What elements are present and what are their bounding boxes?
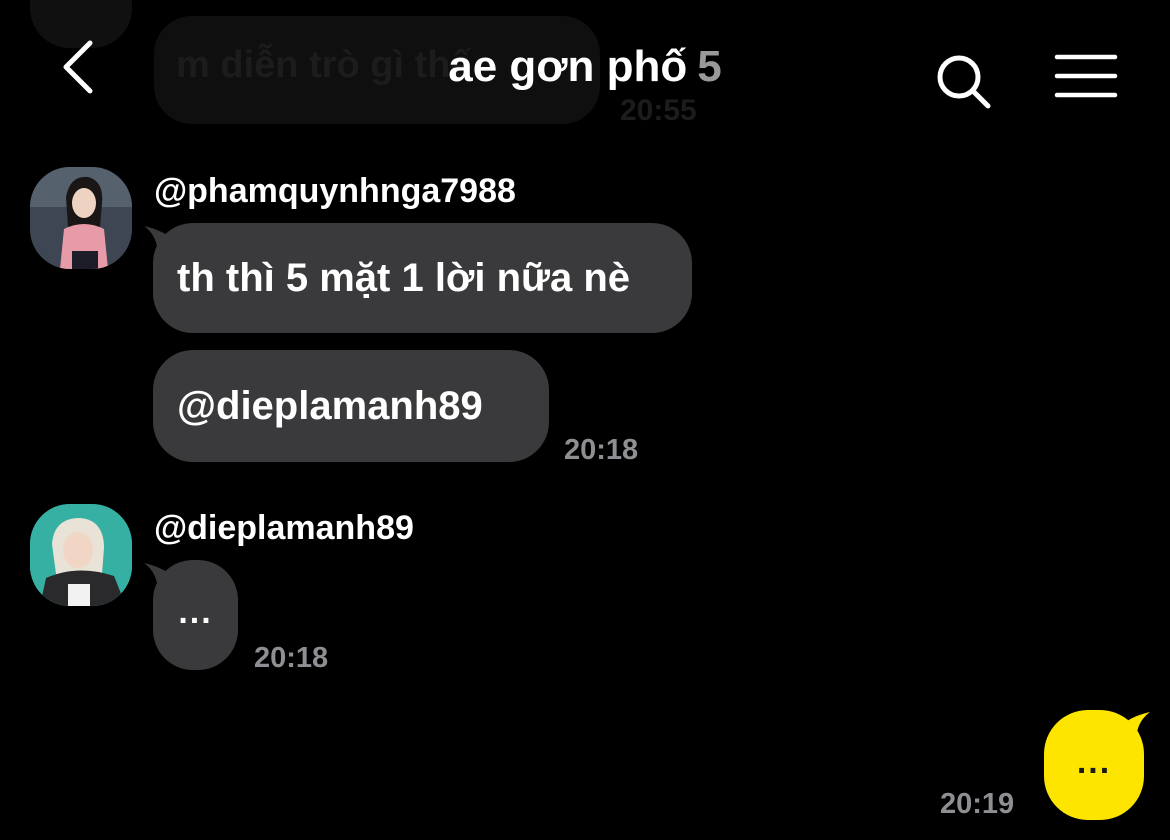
message-time: 20:18 (254, 642, 329, 674)
chat-header: ae gơn phố 5 (0, 0, 1170, 140)
hamburger-menu-icon (1054, 54, 1118, 98)
chat-title-text: ae gơn phố (448, 42, 688, 91)
message-bubble[interactable]: @dieplamanh89 (153, 350, 549, 462)
avatar[interactable] (30, 504, 132, 606)
search-icon (937, 55, 991, 109)
my-message-text: ... (1076, 742, 1112, 781)
sender-name[interactable]: @phamquynhnga7988 (154, 172, 516, 211)
avatar[interactable] (30, 167, 132, 269)
my-message-time: 20:19 (940, 788, 1015, 820)
message-bubble[interactable]: th thì 5 mặt 1 lời nữa nè (153, 223, 692, 333)
typing-bubble[interactable]: ... (153, 560, 238, 670)
member-count: 5 (697, 42, 722, 91)
message-text: ... (178, 592, 213, 631)
message-mention[interactable]: @dieplamanh89 (177, 384, 483, 429)
my-message-bubble[interactable]: ... (1044, 710, 1144, 820)
message-text: th thì 5 mặt 1 lời nữa nè (177, 255, 631, 300)
search-button[interactable] (932, 50, 996, 114)
message-time: 20:18 (564, 434, 639, 466)
profile-photo-icon (30, 167, 132, 269)
chat-screen: m diễn trò gì thế 20:55 ae gơn phố 5 @ph… (0, 0, 1170, 840)
sender-name[interactable]: @dieplamanh89 (154, 509, 414, 548)
menu-button[interactable] (1054, 52, 1118, 100)
profile-photo-icon (30, 504, 132, 606)
